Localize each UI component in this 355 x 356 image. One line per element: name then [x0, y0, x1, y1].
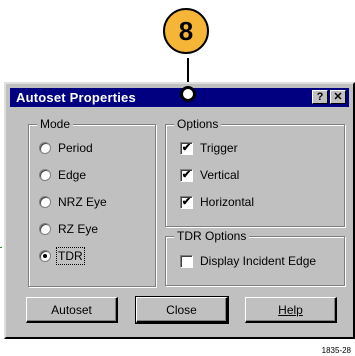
- help-button[interactable]: Help: [245, 297, 337, 323]
- stray-mark: [0, 247, 2, 248]
- mode-option-edge[interactable]: Edge: [39, 168, 86, 182]
- callout-dot: [180, 86, 196, 102]
- option-horizontal[interactable]: ✔ Horizontal: [180, 195, 254, 209]
- checkbox-checked[interactable]: ✔: [180, 168, 193, 182]
- figure-number: 1835-28: [321, 346, 351, 355]
- tdr-options-group: TDR Options Display Incident Edge: [165, 229, 345, 286]
- mode-option-period[interactable]: Period: [39, 141, 93, 155]
- help-button-label: Help: [278, 302, 303, 317]
- close-button-label: Close: [166, 302, 197, 317]
- mode-option-label: RZ Eye: [58, 222, 99, 236]
- mode-option-nrz-eye[interactable]: NRZ Eye: [39, 195, 107, 209]
- option-label: Display Incident Edge: [200, 254, 317, 268]
- callout-number: 8: [178, 15, 194, 46]
- option-trigger[interactable]: ✔ Trigger: [180, 141, 238, 155]
- mode-legend: Mode: [37, 117, 74, 131]
- radio-button[interactable]: [39, 196, 51, 208]
- callout-circle: 8: [163, 8, 209, 54]
- autoset-button-label: Autoset: [51, 302, 92, 317]
- mode-group: Mode Period Edge NRZ Eye RZ Eye TDR: [28, 117, 156, 287]
- option-label: Trigger: [200, 141, 238, 155]
- close-button[interactable]: Close: [135, 296, 229, 324]
- mode-option-label: Edge: [58, 168, 87, 182]
- question-icon: ?: [316, 91, 324, 103]
- checkbox-checked[interactable]: ✔: [180, 195, 193, 209]
- mode-option-tdr[interactable]: TDR: [39, 247, 85, 265]
- mode-option-label: Period: [58, 141, 93, 155]
- close-icon: ✕: [333, 91, 343, 103]
- option-vertical[interactable]: ✔ Vertical: [180, 168, 239, 182]
- options-legend: Options: [174, 117, 222, 131]
- mode-option-rz-eye[interactable]: RZ Eye: [39, 222, 98, 236]
- mode-option-label: NRZ Eye: [58, 195, 107, 209]
- autoset-button[interactable]: Autoset: [26, 297, 118, 323]
- option-label: Vertical: [200, 168, 240, 182]
- help-title-button[interactable]: ?: [312, 90, 328, 104]
- checkbox-unchecked[interactable]: [180, 254, 193, 268]
- option-display-incident-edge[interactable]: Display Incident Edge: [180, 254, 316, 268]
- mode-option-label: TDR: [56, 247, 85, 265]
- radio-button[interactable]: [39, 223, 51, 235]
- close-title-button[interactable]: ✕: [330, 90, 346, 104]
- dialog-title: Autoset Properties: [16, 90, 136, 105]
- radio-button[interactable]: [39, 169, 51, 181]
- tdr-options-legend: TDR Options: [174, 229, 250, 243]
- checkbox-checked[interactable]: ✔: [180, 141, 193, 155]
- radio-button-selected[interactable]: [39, 250, 51, 262]
- option-label: Horizontal: [200, 195, 255, 209]
- options-group: Options ✔ Trigger ✔ Vertical ✔ Horizonta…: [165, 117, 345, 227]
- autoset-properties-dialog: Autoset Properties ? ✕ Mode Period Edge …: [4, 82, 355, 339]
- radio-button[interactable]: [39, 142, 51, 154]
